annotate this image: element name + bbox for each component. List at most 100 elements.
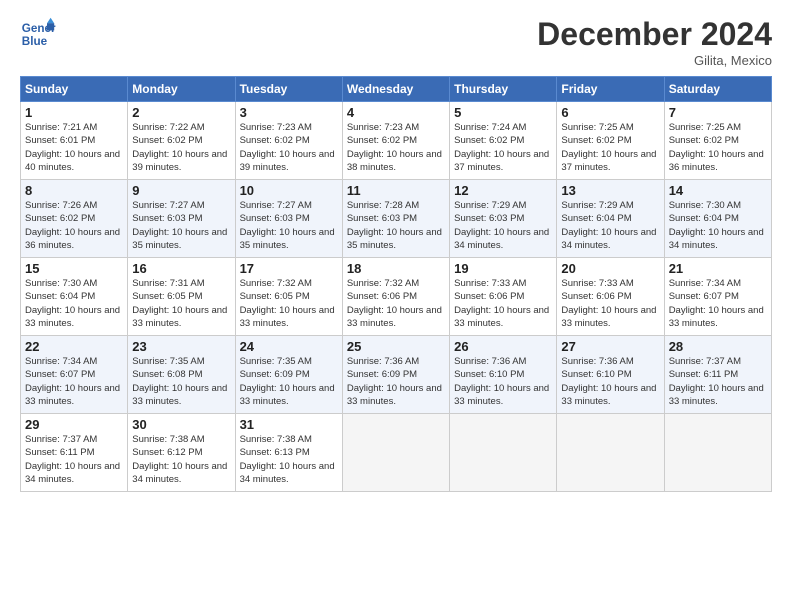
day-number: 14 <box>669 183 767 198</box>
day-number: 21 <box>669 261 767 276</box>
table-row: 26Sunrise: 7:36 AMSunset: 6:10 PMDayligh… <box>450 336 557 414</box>
table-row: 15Sunrise: 7:30 AMSunset: 6:04 PMDayligh… <box>21 258 128 336</box>
day-number: 16 <box>132 261 230 276</box>
day-number: 25 <box>347 339 445 354</box>
day-number: 22 <box>25 339 123 354</box>
day-number: 9 <box>132 183 230 198</box>
table-row <box>557 414 664 492</box>
day-detail: Sunrise: 7:25 AMSunset: 6:02 PMDaylight:… <box>561 121 659 174</box>
day-detail: Sunrise: 7:37 AMSunset: 6:11 PMDaylight:… <box>25 433 123 486</box>
table-row <box>450 414 557 492</box>
table-row: 17Sunrise: 7:32 AMSunset: 6:05 PMDayligh… <box>235 258 342 336</box>
header: General Blue December 2024 Gilita, Mexic… <box>20 16 772 68</box>
day-number: 5 <box>454 105 552 120</box>
col-thursday: Thursday <box>450 77 557 102</box>
table-row: 20Sunrise: 7:33 AMSunset: 6:06 PMDayligh… <box>557 258 664 336</box>
day-number: 23 <box>132 339 230 354</box>
table-row: 1Sunrise: 7:21 AMSunset: 6:01 PMDaylight… <box>21 102 128 180</box>
day-number: 4 <box>347 105 445 120</box>
day-number: 1 <box>25 105 123 120</box>
day-number: 24 <box>240 339 338 354</box>
month-title: December 2024 <box>537 16 772 53</box>
table-row: 6Sunrise: 7:25 AMSunset: 6:02 PMDaylight… <box>557 102 664 180</box>
table-row: 23Sunrise: 7:35 AMSunset: 6:08 PMDayligh… <box>128 336 235 414</box>
table-row: 19Sunrise: 7:33 AMSunset: 6:06 PMDayligh… <box>450 258 557 336</box>
day-detail: Sunrise: 7:22 AMSunset: 6:02 PMDaylight:… <box>132 121 230 174</box>
table-row <box>664 414 771 492</box>
table-row: 24Sunrise: 7:35 AMSunset: 6:09 PMDayligh… <box>235 336 342 414</box>
page: General Blue December 2024 Gilita, Mexic… <box>0 0 792 502</box>
table-row: 22Sunrise: 7:34 AMSunset: 6:07 PMDayligh… <box>21 336 128 414</box>
day-detail: Sunrise: 7:33 AMSunset: 6:06 PMDaylight:… <box>561 277 659 330</box>
col-friday: Friday <box>557 77 664 102</box>
day-detail: Sunrise: 7:23 AMSunset: 6:02 PMDaylight:… <box>240 121 338 174</box>
day-detail: Sunrise: 7:38 AMSunset: 6:12 PMDaylight:… <box>132 433 230 486</box>
day-detail: Sunrise: 7:29 AMSunset: 6:03 PMDaylight:… <box>454 199 552 252</box>
day-detail: Sunrise: 7:32 AMSunset: 6:06 PMDaylight:… <box>347 277 445 330</box>
day-number: 10 <box>240 183 338 198</box>
day-detail: Sunrise: 7:23 AMSunset: 6:02 PMDaylight:… <box>347 121 445 174</box>
day-number: 3 <box>240 105 338 120</box>
table-row: 30Sunrise: 7:38 AMSunset: 6:12 PMDayligh… <box>128 414 235 492</box>
col-wednesday: Wednesday <box>342 77 449 102</box>
day-detail: Sunrise: 7:24 AMSunset: 6:02 PMDaylight:… <box>454 121 552 174</box>
day-detail: Sunrise: 7:37 AMSunset: 6:11 PMDaylight:… <box>669 355 767 408</box>
day-number: 7 <box>669 105 767 120</box>
table-row: 27Sunrise: 7:36 AMSunset: 6:10 PMDayligh… <box>557 336 664 414</box>
table-row: 18Sunrise: 7:32 AMSunset: 6:06 PMDayligh… <box>342 258 449 336</box>
day-detail: Sunrise: 7:34 AMSunset: 6:07 PMDaylight:… <box>25 355 123 408</box>
day-detail: Sunrise: 7:31 AMSunset: 6:05 PMDaylight:… <box>132 277 230 330</box>
logo: General Blue <box>20 16 60 52</box>
table-row: 10Sunrise: 7:27 AMSunset: 6:03 PMDayligh… <box>235 180 342 258</box>
day-number: 19 <box>454 261 552 276</box>
calendar-table: Sunday Monday Tuesday Wednesday Thursday… <box>20 76 772 492</box>
day-number: 11 <box>347 183 445 198</box>
table-row: 12Sunrise: 7:29 AMSunset: 6:03 PMDayligh… <box>450 180 557 258</box>
table-row <box>342 414 449 492</box>
day-number: 18 <box>347 261 445 276</box>
table-row: 4Sunrise: 7:23 AMSunset: 6:02 PMDaylight… <box>342 102 449 180</box>
day-detail: Sunrise: 7:29 AMSunset: 6:04 PMDaylight:… <box>561 199 659 252</box>
svg-text:Blue: Blue <box>22 35 48 48</box>
col-saturday: Saturday <box>664 77 771 102</box>
table-row: 2Sunrise: 7:22 AMSunset: 6:02 PMDaylight… <box>128 102 235 180</box>
table-row: 28Sunrise: 7:37 AMSunset: 6:11 PMDayligh… <box>664 336 771 414</box>
day-detail: Sunrise: 7:26 AMSunset: 6:02 PMDaylight:… <box>25 199 123 252</box>
day-number: 26 <box>454 339 552 354</box>
day-detail: Sunrise: 7:27 AMSunset: 6:03 PMDaylight:… <box>132 199 230 252</box>
table-row: 14Sunrise: 7:30 AMSunset: 6:04 PMDayligh… <box>664 180 771 258</box>
day-number: 20 <box>561 261 659 276</box>
day-detail: Sunrise: 7:36 AMSunset: 6:10 PMDaylight:… <box>454 355 552 408</box>
table-row: 21Sunrise: 7:34 AMSunset: 6:07 PMDayligh… <box>664 258 771 336</box>
day-detail: Sunrise: 7:33 AMSunset: 6:06 PMDaylight:… <box>454 277 552 330</box>
day-number: 2 <box>132 105 230 120</box>
col-tuesday: Tuesday <box>235 77 342 102</box>
location: Gilita, Mexico <box>537 53 772 68</box>
day-number: 13 <box>561 183 659 198</box>
day-number: 12 <box>454 183 552 198</box>
day-detail: Sunrise: 7:30 AMSunset: 6:04 PMDaylight:… <box>25 277 123 330</box>
day-detail: Sunrise: 7:34 AMSunset: 6:07 PMDaylight:… <box>669 277 767 330</box>
day-number: 31 <box>240 417 338 432</box>
title-block: December 2024 Gilita, Mexico <box>537 16 772 68</box>
day-detail: Sunrise: 7:30 AMSunset: 6:04 PMDaylight:… <box>669 199 767 252</box>
table-row: 5Sunrise: 7:24 AMSunset: 6:02 PMDaylight… <box>450 102 557 180</box>
week-row: 22Sunrise: 7:34 AMSunset: 6:07 PMDayligh… <box>21 336 772 414</box>
day-detail: Sunrise: 7:27 AMSunset: 6:03 PMDaylight:… <box>240 199 338 252</box>
table-row: 29Sunrise: 7:37 AMSunset: 6:11 PMDayligh… <box>21 414 128 492</box>
week-row: 8Sunrise: 7:26 AMSunset: 6:02 PMDaylight… <box>21 180 772 258</box>
table-row: 3Sunrise: 7:23 AMSunset: 6:02 PMDaylight… <box>235 102 342 180</box>
day-number: 6 <box>561 105 659 120</box>
day-detail: Sunrise: 7:35 AMSunset: 6:08 PMDaylight:… <box>132 355 230 408</box>
day-detail: Sunrise: 7:35 AMSunset: 6:09 PMDaylight:… <box>240 355 338 408</box>
table-row: 31Sunrise: 7:38 AMSunset: 6:13 PMDayligh… <box>235 414 342 492</box>
day-detail: Sunrise: 7:36 AMSunset: 6:10 PMDaylight:… <box>561 355 659 408</box>
table-row: 7Sunrise: 7:25 AMSunset: 6:02 PMDaylight… <box>664 102 771 180</box>
table-row: 9Sunrise: 7:27 AMSunset: 6:03 PMDaylight… <box>128 180 235 258</box>
table-row: 25Sunrise: 7:36 AMSunset: 6:09 PMDayligh… <box>342 336 449 414</box>
day-detail: Sunrise: 7:36 AMSunset: 6:09 PMDaylight:… <box>347 355 445 408</box>
header-row: Sunday Monday Tuesday Wednesday Thursday… <box>21 77 772 102</box>
day-detail: Sunrise: 7:32 AMSunset: 6:05 PMDaylight:… <box>240 277 338 330</box>
table-row: 16Sunrise: 7:31 AMSunset: 6:05 PMDayligh… <box>128 258 235 336</box>
day-detail: Sunrise: 7:38 AMSunset: 6:13 PMDaylight:… <box>240 433 338 486</box>
